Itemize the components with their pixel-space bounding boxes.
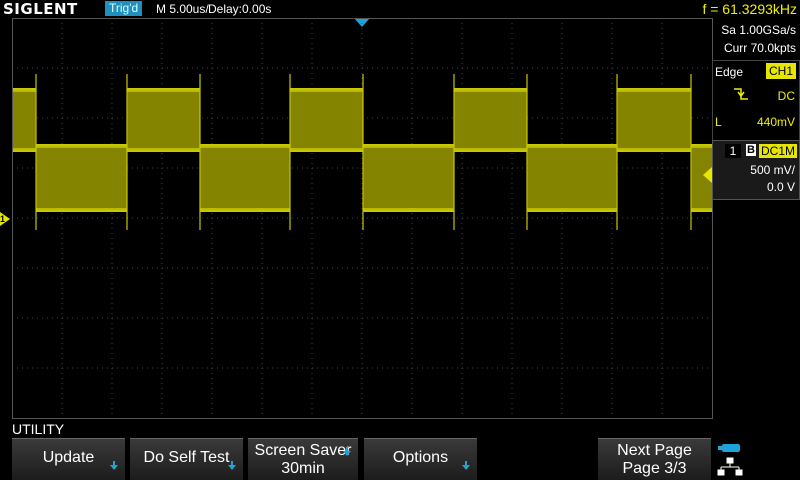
memory-depth-readout: Curr 70.0kpts [723, 41, 796, 55]
channel1-settings-panel[interactable]: 1 B DC1M 500 mV/ 0.0 V [712, 140, 800, 200]
usb-storage-icon [718, 444, 740, 452]
trigger-source-badge: CH1 [765, 63, 796, 79]
vertical-offset: 0.0 V [766, 180, 795, 194]
frequency-counter: f = 61.3293kHz [702, 1, 797, 17]
brand-logo: SIGLENT [3, 0, 78, 18]
softkey-value: 30min [281, 460, 325, 477]
arrow-down-icon [343, 447, 351, 456]
delay-readout[interactable]: Delay:0.00s [208, 0, 271, 18]
network-icon [717, 457, 743, 476]
right-info-panel: Sa 1.00GSa/s Curr 70.0kpts Edge CH1 DC L… [712, 18, 800, 438]
graticule-border [12, 18, 713, 419]
next-page-button[interactable]: Next Page Page 3/3 [598, 438, 711, 480]
timebase-readout[interactable]: M 5.00us/ [156, 0, 209, 18]
trigger-level-marker-icon[interactable] [703, 167, 712, 183]
channel-number: 1 [725, 144, 741, 158]
ch1-offset-marker-label: 1 [0, 214, 6, 224]
sample-rate-readout: Sa 1.00GSa/s [721, 23, 796, 37]
arrow-down-icon [110, 461, 118, 470]
trigger-coupling: DC [777, 89, 795, 103]
screen-saver-button[interactable]: Screen Saver 30min [248, 438, 358, 480]
status-bar: SIGLENT Trig'd M 5.00us/ Delay:0.00s f =… [0, 0, 800, 18]
options-button[interactable]: Options [364, 438, 477, 480]
trigger-level-label: L [715, 115, 722, 129]
trigger-status-badge[interactable]: Trig'd [105, 1, 143, 16]
falling-edge-icon [734, 88, 748, 100]
do-self-test-button[interactable]: Do Self Test [130, 438, 243, 480]
softkey-label: Next Page [617, 442, 692, 459]
arrow-down-icon [228, 461, 236, 470]
status-icons [717, 444, 743, 476]
channel-coupling-badge: DC1M [759, 144, 798, 158]
bandwidth-limit-badge: B [746, 144, 756, 156]
arrow-down-icon [462, 461, 470, 470]
menu-title: UTILITY [12, 421, 65, 437]
vertical-scale: 500 mV/ [750, 163, 795, 177]
trigger-level-value: 440mV [756, 115, 795, 129]
softkey-value: Page 3/3 [622, 460, 687, 477]
update-button[interactable]: Update [12, 438, 125, 480]
trigger-type: Edge [715, 65, 744, 79]
